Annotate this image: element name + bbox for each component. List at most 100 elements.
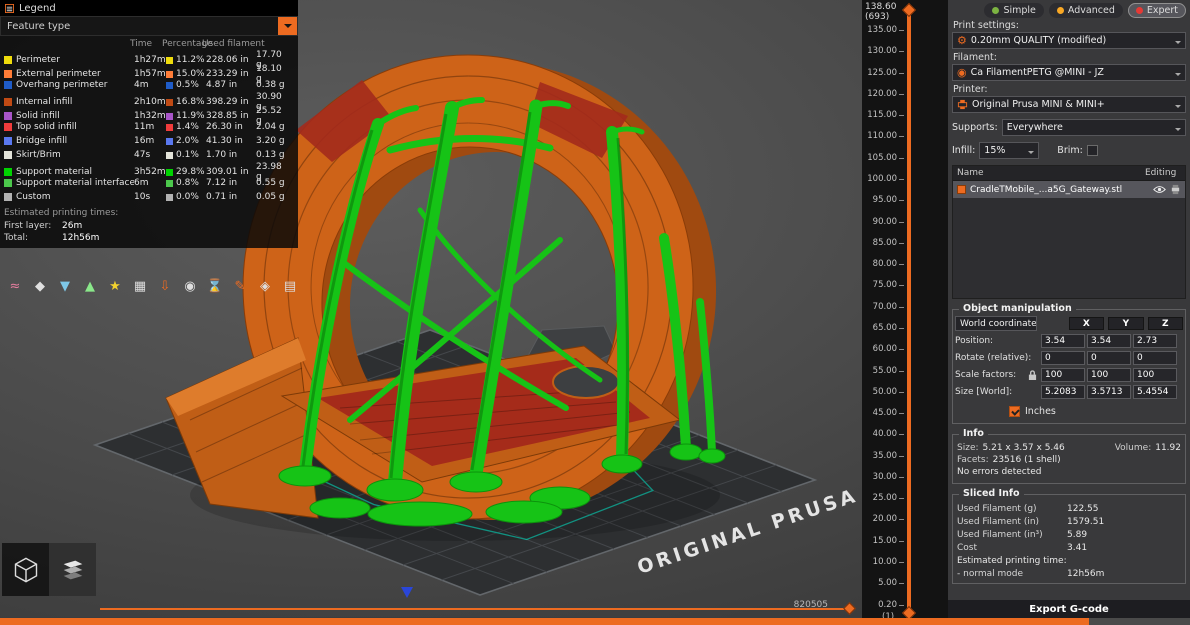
infill-select[interactable]: 15% <box>979 142 1039 159</box>
coordinates-select[interactable]: World coordinates <box>955 316 1037 331</box>
layer-tick: 65.00 <box>862 324 904 333</box>
total-label: Total: <box>4 233 62 243</box>
percentage-color-swatch <box>166 82 173 89</box>
col-time: Time <box>130 39 162 49</box>
feature-length: 7.12 in <box>206 178 256 188</box>
rotate-z-input[interactable] <box>1133 351 1177 365</box>
print-settings-select[interactable]: ⚙ 0.20mm QUALITY (modified) <box>952 32 1186 49</box>
col-percentage: Percentage <box>162 39 202 49</box>
uniform-scale-lock-icon[interactable] <box>1028 370 1037 381</box>
feature-time: 2h10m <box>134 97 166 107</box>
feature-label: Bridge infill <box>16 136 134 146</box>
horizontal-move-slider[interactable]: 820505 <box>100 600 856 615</box>
object-manipulation-title: Object manipulation <box>959 303 1076 314</box>
layer-slider-handle-top[interactable] <box>902 3 916 17</box>
feature-time: 1h27m <box>134 55 166 65</box>
size-y-input[interactable] <box>1087 385 1131 399</box>
export-gcode-button[interactable]: Export G-code <box>948 600 1190 618</box>
layer-tick: 110.00 <box>862 132 904 141</box>
move-slider-track[interactable] <box>100 608 844 610</box>
printer-edit-icon[interactable] <box>1170 184 1181 195</box>
feature-percentage: 11.9% <box>166 111 206 121</box>
tick-dash <box>899 519 904 520</box>
filament-label: Filament: <box>953 52 1185 63</box>
legend-toggle-icon[interactable]: ▤ <box>280 276 300 296</box>
shells-icon[interactable]: ◈ <box>255 276 275 296</box>
filament-select[interactable]: ◉ Ca FilamentPETG @MINI - JZ <box>952 64 1186 81</box>
chevron-down-icon <box>1175 128 1181 134</box>
feature-type-select[interactable]: Feature type <box>0 16 298 36</box>
progress-fill <box>0 618 1089 625</box>
tick-dash <box>899 349 904 350</box>
expert-mode-dot <box>1136 7 1143 14</box>
wipe-icon[interactable]: ◆ <box>30 276 50 296</box>
seams-icon[interactable]: ★ <box>105 276 125 296</box>
color-changes-icon[interactable]: ⇩ <box>155 276 175 296</box>
editing-column-header: Editing <box>1145 168 1181 178</box>
rotate-y-input[interactable] <box>1087 351 1131 365</box>
printer-value: Original Prusa MINI & MINI+ <box>972 99 1105 110</box>
legend-header[interactable]: Legend <box>0 0 298 16</box>
feature-color-swatch <box>4 56 12 64</box>
feature-label: Internal infill <box>16 97 134 107</box>
scale-z-input[interactable] <box>1133 368 1177 382</box>
percentage-color-swatch <box>166 124 173 131</box>
layers-preview-button[interactable] <box>49 543 96 596</box>
feature-length: 1.70 in <box>206 150 256 160</box>
legend-panel: Legend Feature type Time Percentage Used… <box>0 0 298 248</box>
sliced-info-row: Used Filament (in³)5.89 <box>957 530 1181 540</box>
deretractions-icon[interactable]: ▲ <box>80 276 100 296</box>
layer-tick: 125.00 <box>862 69 904 78</box>
mode-simple-button[interactable]: Simple <box>984 3 1043 18</box>
layer-slider-strip: 138.60 (693) 135.00 130.00 125.00 120.00… <box>862 0 948 625</box>
travels-icon[interactable]: ≈ <box>5 276 25 296</box>
legend-row: Overhang perimeter 4m 0.5% 4.87 in 0.38 … <box>0 78 298 92</box>
tick-dash <box>899 94 904 95</box>
legend-table-header: Time Percentage Used filament <box>0 36 298 50</box>
layer-tick: 5.00 <box>862 579 904 588</box>
tick-dash <box>899 179 904 180</box>
retractions-icon[interactable]: ▼ <box>55 276 75 296</box>
tick-dash <box>899 51 904 52</box>
move-slider-handle[interactable] <box>843 602 856 615</box>
supports-select[interactable]: Everywhere <box>1002 119 1186 136</box>
rotate-x-input[interactable] <box>1041 351 1085 365</box>
edit-gcode-icon[interactable]: ✎ <box>230 276 250 296</box>
legend-row: External perimeter 1h57m 15.0% 233.29 in… <box>0 64 298 78</box>
pause-prints-icon[interactable]: ◉ <box>180 276 200 296</box>
object-list-item[interactable]: CradleTMobile_...a5G_Gateway.stl <box>953 181 1185 198</box>
mode-expert-button[interactable]: Expert <box>1128 3 1186 18</box>
inches-checkbox[interactable] <box>1009 406 1020 417</box>
layer-tick: 20.00 <box>862 515 904 524</box>
object-cube-icon <box>957 185 966 194</box>
layer-tick: 105.00 <box>862 154 904 163</box>
size-x-input[interactable] <box>1041 385 1085 399</box>
position-y-input[interactable] <box>1087 334 1131 348</box>
layer-slider-track[interactable] <box>907 6 911 619</box>
axis-y-header[interactable]: Y <box>1108 317 1143 330</box>
custom-gcodes-icon[interactable]: ⌛ <box>205 276 225 296</box>
printer-icon <box>957 99 968 110</box>
axis-z-header[interactable]: Z <box>1148 317 1183 330</box>
position-z-input[interactable] <box>1133 334 1177 348</box>
printer-select[interactable]: Original Prusa MINI & MINI+ <box>952 96 1186 113</box>
axis-x-header[interactable]: X <box>1069 317 1104 330</box>
feature-length: 328.85 in <box>206 111 256 121</box>
size-z-input[interactable] <box>1133 385 1177 399</box>
eye-icon[interactable] <box>1153 185 1166 194</box>
feature-color-swatch <box>4 137 12 145</box>
layer-slider-current: 138.60 (693) <box>865 2 897 22</box>
chevron-down-icon <box>1175 105 1181 111</box>
inches-label: Inches <box>1025 406 1056 417</box>
scale-x-input[interactable] <box>1041 368 1085 382</box>
legend-row: Skirt/Brim 47s 0.1% 1.70 in 0.13 g <box>0 148 298 162</box>
brim-checkbox[interactable] <box>1087 145 1098 156</box>
tool-changes-icon[interactable]: ▦ <box>130 276 150 296</box>
feature-weight: 0.13 g <box>256 150 290 160</box>
scale-y-input[interactable] <box>1087 368 1131 382</box>
feature-type-dropdown-button[interactable] <box>278 17 297 35</box>
mode-advanced-button[interactable]: Advanced <box>1049 3 1123 18</box>
editor-3d-view-button[interactable] <box>2 543 49 596</box>
position-x-input[interactable] <box>1041 334 1085 348</box>
feature-label: Custom <box>16 192 134 202</box>
